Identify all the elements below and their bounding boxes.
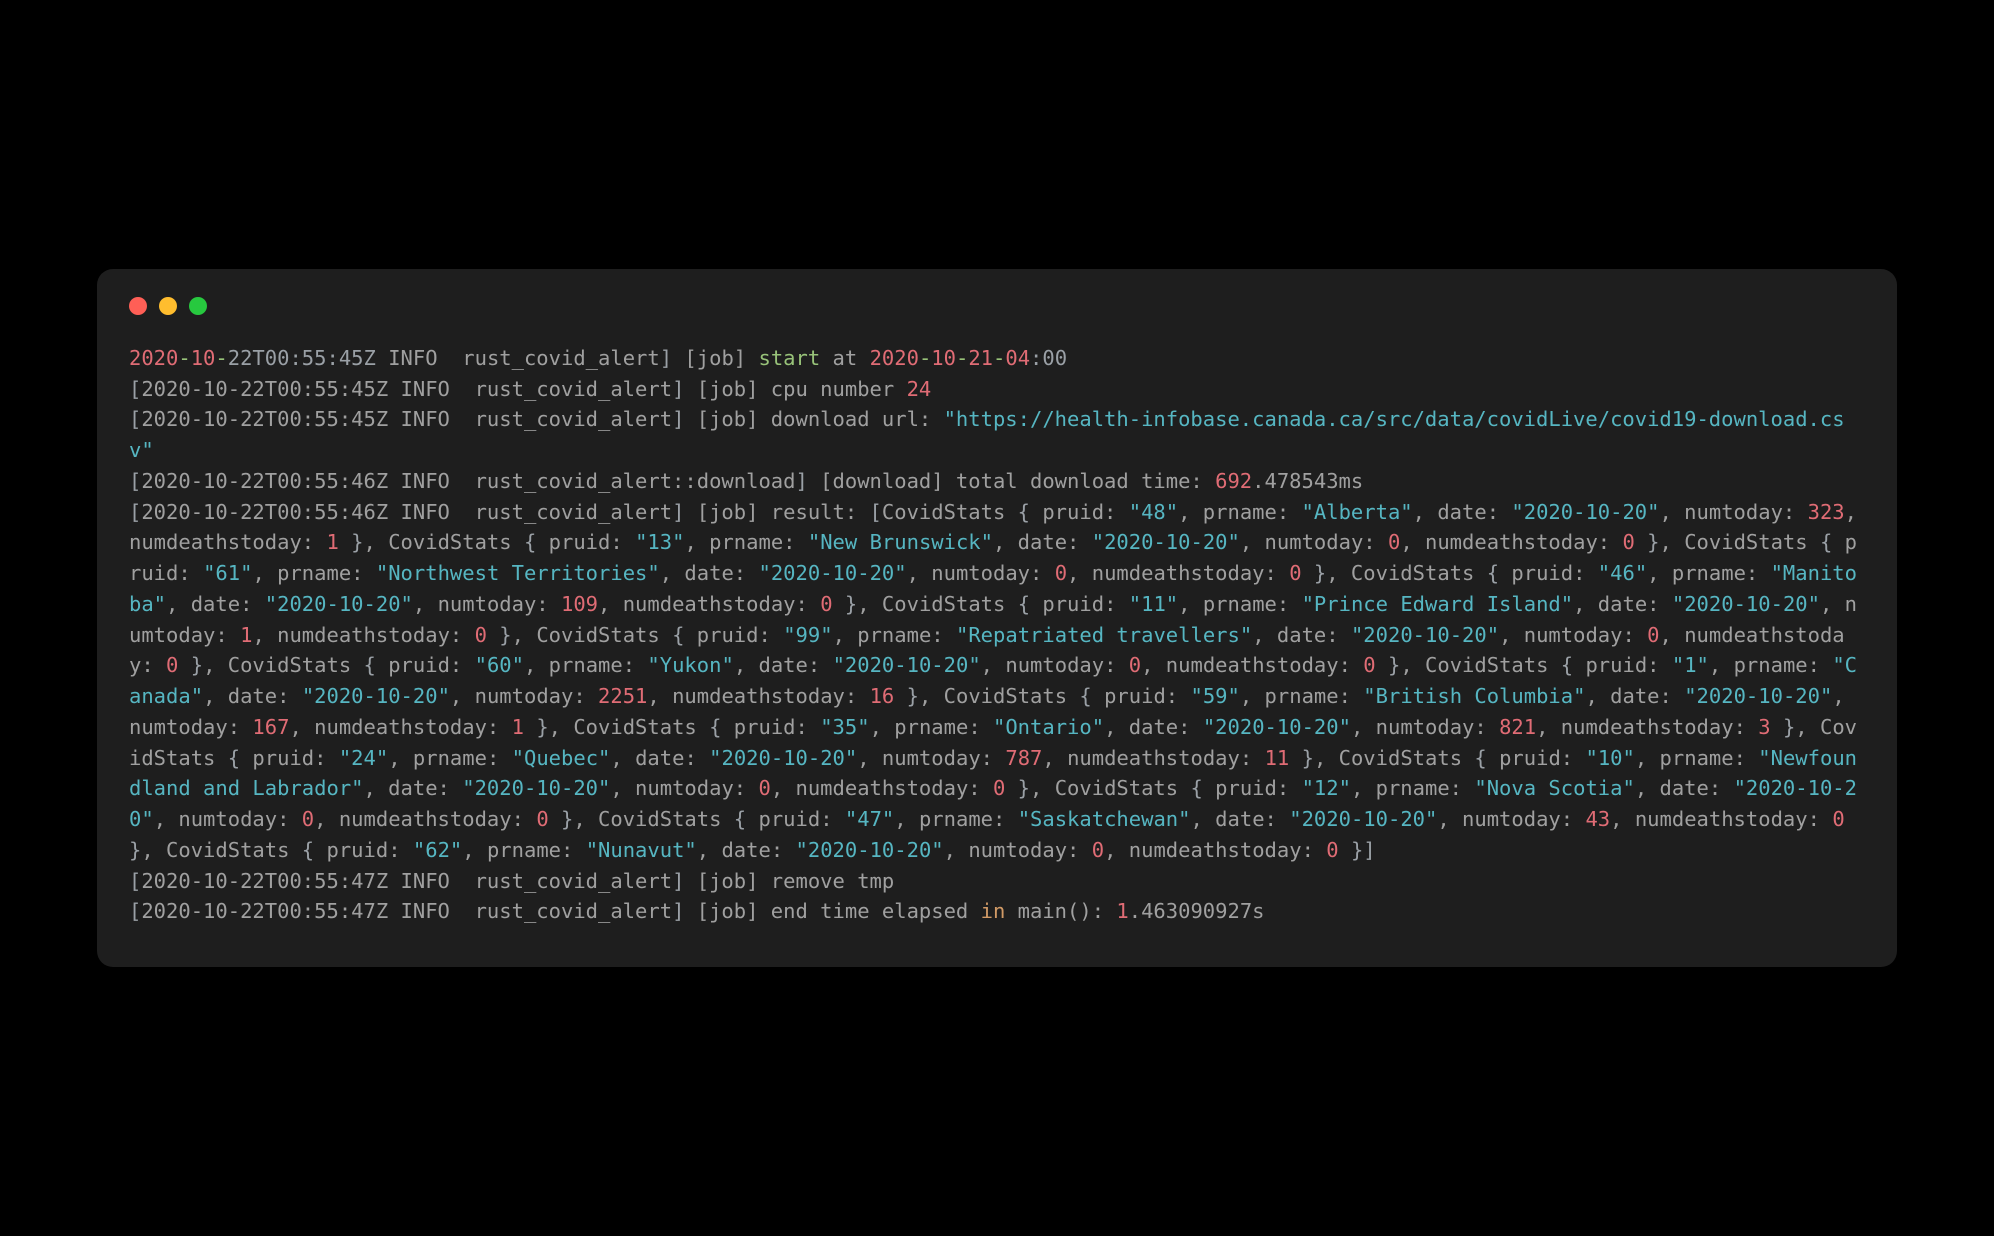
maximize-icon[interactable] [189, 297, 207, 315]
minimize-icon[interactable] [159, 297, 177, 315]
terminal-window: 2020-10-22T00:55:45Z INFO rust_covid_ale… [97, 269, 1897, 967]
close-icon[interactable] [129, 297, 147, 315]
window-controls [129, 297, 1865, 315]
terminal-output: 2020-10-22T00:55:45Z INFO rust_covid_ale… [129, 343, 1865, 927]
